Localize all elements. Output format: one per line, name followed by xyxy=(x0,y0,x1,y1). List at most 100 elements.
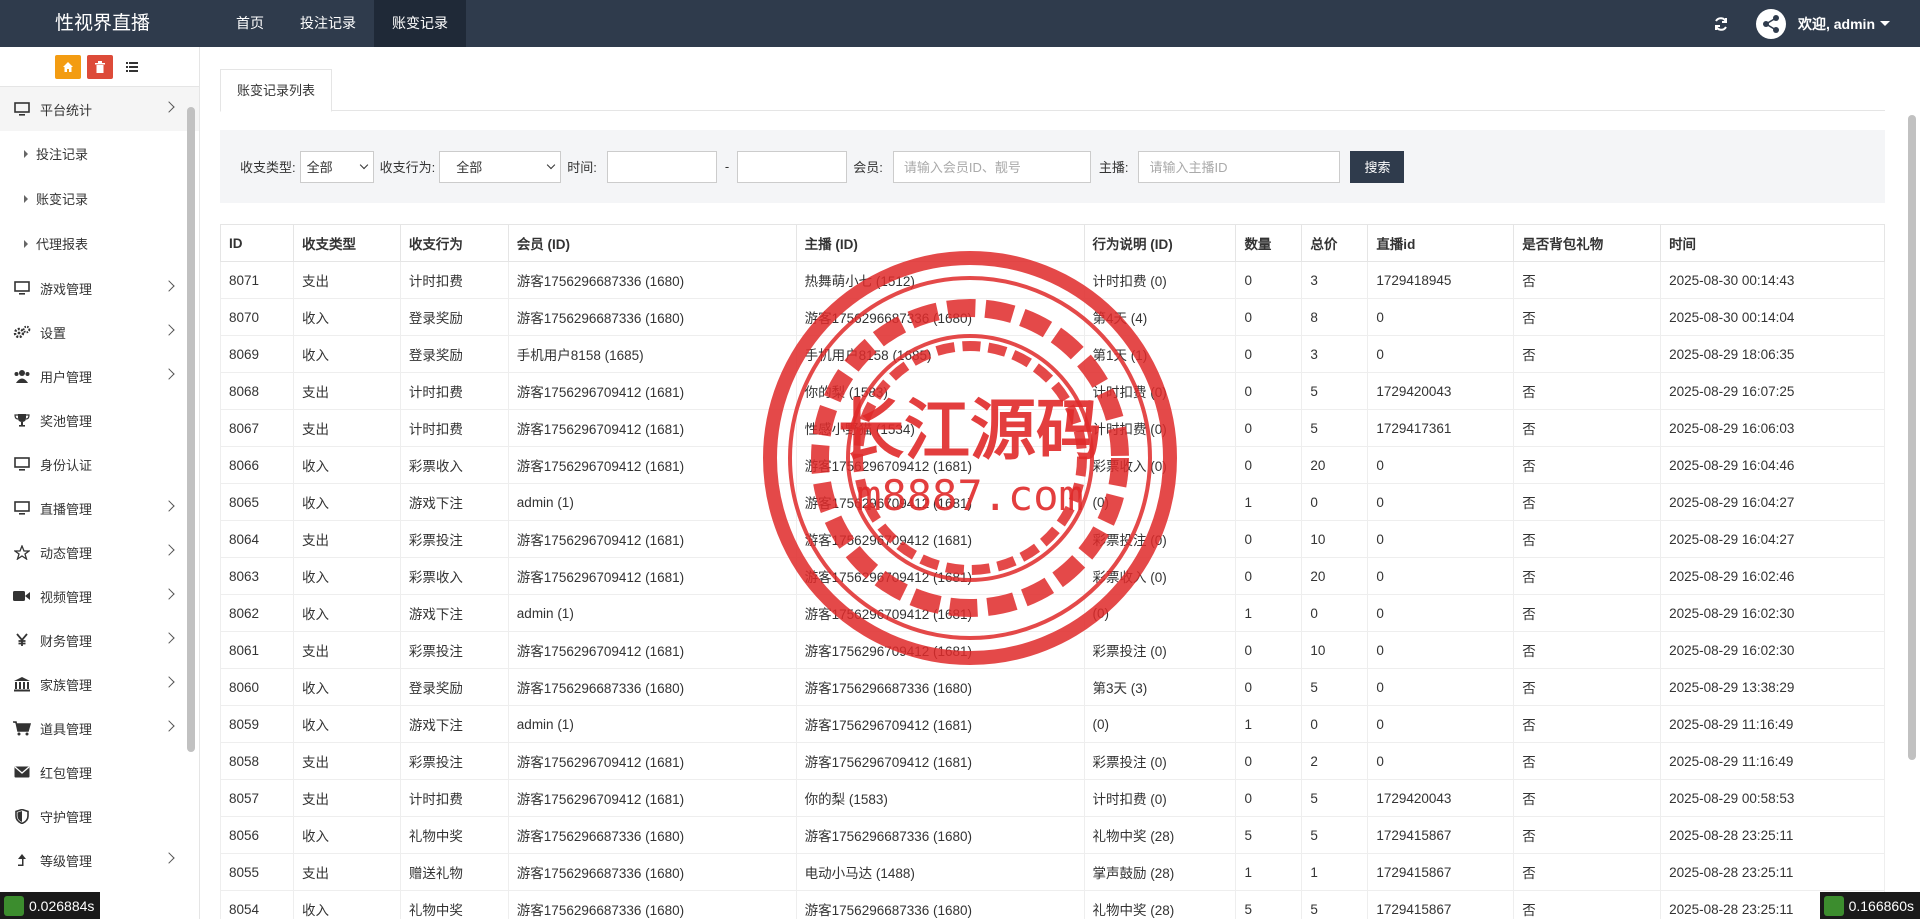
type-select[interactable]: 全部 xyxy=(299,150,374,183)
sidebar-item-finance-management[interactable]: 财务管理 xyxy=(0,618,199,662)
table-cell: 游客1756296709412 (1681) xyxy=(507,520,797,558)
sidebar-item-live-management[interactable]: 直播管理 xyxy=(0,486,199,530)
table-cell: 0 xyxy=(1367,446,1515,484)
main-scrollbar[interactable] xyxy=(1908,115,1916,760)
table-row: 8060 收入 登录奖励 游客1756296687336 (1680) 游客175629… xyxy=(220,668,1885,706)
sidebar-item-settings[interactable]: 设置 xyxy=(0,310,199,354)
sidebar-item-label: 平台统计 xyxy=(40,102,93,118)
column-header: ID xyxy=(220,224,294,262)
table-cell: 礼物中奖 (28) xyxy=(1083,816,1237,854)
sidebar-item-props-management[interactable]: 道具管理 xyxy=(0,706,199,750)
table-cell: 0 xyxy=(1301,705,1369,743)
table-cell: 1 xyxy=(1235,853,1303,891)
search-button[interactable]: 搜索 xyxy=(1350,150,1405,183)
table-row: 8065 收入 游戏下注 admin (1) 游客1756296709412 (1681… xyxy=(220,483,1885,521)
table-cell: 计时扣费 (0) xyxy=(1083,261,1237,299)
table-cell: 3 xyxy=(1301,335,1369,373)
table-row: 8071 支出 计时扣费 游客1756296687336 (1680) 热舞萌小七 (1… xyxy=(220,261,1885,299)
type-filter-label: 收支类型: xyxy=(240,160,296,175)
sidebar-item-video-management[interactable]: 视频管理 xyxy=(0,574,199,618)
user-menu[interactable]: 欢迎, admin xyxy=(1798,14,1890,34)
home-shortcut-button[interactable] xyxy=(54,54,81,79)
refresh-icon[interactable] xyxy=(1710,13,1732,35)
table-cell: 8054 xyxy=(220,890,294,919)
table-cell: 否 xyxy=(1513,372,1662,410)
table-cell: 游客1756296709412 (1681) xyxy=(507,779,797,817)
sidebar-item-platform-stats[interactable]: 平台统计 xyxy=(0,87,199,131)
table-cell: 8068 xyxy=(220,372,294,410)
anchor-search-input[interactable]: 请输入主播ID xyxy=(1138,150,1341,183)
table-cell: 彩票投注 (0) xyxy=(1083,742,1237,780)
column-header: 行为说明 (ID) xyxy=(1083,224,1237,262)
sidebar-item-level-management[interactable]: 等级管理 xyxy=(0,838,199,882)
sidebar-scrollbar[interactable] xyxy=(187,107,195,752)
chevron-right-icon xyxy=(163,852,175,864)
table-cell: 2025-08-29 16:02:46 xyxy=(1660,557,1885,595)
clear-cache-button[interactable] xyxy=(86,54,113,79)
table-cell: 游客1756296687336 (1680) xyxy=(507,298,797,336)
table-cell: 支出 xyxy=(292,779,401,817)
sidebar-item-identity-verification[interactable]: 身份认证 xyxy=(0,442,199,486)
table-cell: 1 xyxy=(1301,853,1369,891)
account-change-table: ID 收支类型 收支行为 会员 (ID) 主播 (ID) 行为说明 (ID) 数… xyxy=(220,224,1885,919)
table-cell: 5 xyxy=(1235,816,1303,854)
page-tab-strip: 账变记录列表 xyxy=(220,69,1885,112)
table-cell: admin (1) xyxy=(507,483,797,521)
sidebar-subitem-bet-records[interactable]: 投注记录 xyxy=(0,131,199,176)
table-cell: 支出 xyxy=(292,742,401,780)
sidebar-item-user-management[interactable]: 用户管理 xyxy=(0,354,199,398)
table-cell: 彩票投注 xyxy=(399,520,509,558)
action-select[interactable]: 全部 xyxy=(439,150,562,183)
list-toggle-button[interactable] xyxy=(119,55,145,79)
table-cell: 支出 xyxy=(292,631,401,669)
table-cell: 8071 xyxy=(220,261,294,299)
sidebar-item-red-packet-management[interactable]: 红包管理 xyxy=(0,750,199,794)
nav-tab-bet-records[interactable]: 投注记录 xyxy=(282,0,374,47)
sidebar-item-jackpot-management[interactable]: 奖池管理 xyxy=(0,398,199,442)
start-time-input[interactable] xyxy=(606,150,717,183)
sidebar-item-guard-management[interactable]: 守护管理 xyxy=(0,794,199,838)
table-cell: 支出 xyxy=(292,520,401,558)
tab-account-change-list[interactable]: 账变记录列表 xyxy=(220,69,333,112)
nav-right: 欢迎, admin xyxy=(1710,0,1890,47)
nav-tab-account-changes[interactable]: 账变记录 xyxy=(374,0,466,47)
table-cell: 支出 xyxy=(292,261,401,299)
sidebar-item-game-management[interactable]: 游戏管理 xyxy=(0,266,199,310)
sidebar-item-feed-management[interactable]: 动态管理 xyxy=(0,530,199,574)
table-row: 8055 支出 赠送礼物 游客1756296687336 (1680) 电动小马达 (1… xyxy=(220,853,1885,891)
shield-icon xyxy=(12,808,32,824)
end-time-input[interactable] xyxy=(737,150,848,183)
table-cell: 计时扣费 xyxy=(399,372,509,410)
table-cell: 收入 xyxy=(292,446,401,484)
sidebar-subitem-account-changes[interactable]: 账变记录 xyxy=(0,176,199,221)
table-cell: 计时扣费 (0) xyxy=(1083,409,1237,447)
table-cell: 5 xyxy=(1301,890,1369,919)
table-cell: 0 xyxy=(1235,298,1303,336)
sidebar-subitem-agent-report[interactable]: 代理报表 xyxy=(0,221,199,266)
action-select-value: 全部 xyxy=(456,160,483,175)
home-icon xyxy=(62,61,73,72)
table-cell: 游客1756296687336 (1680) xyxy=(507,668,797,706)
table-cell: 0 xyxy=(1367,742,1515,780)
table-cell: 8064 xyxy=(220,520,294,558)
table-row: 8064 支出 彩票投注 游客1756296709412 (1681) 游客175629… xyxy=(220,520,1885,558)
table-cell: 收入 xyxy=(292,816,401,854)
brand-title[interactable]: 性视界直播 xyxy=(55,0,150,47)
trophy-icon xyxy=(12,413,32,427)
table-cell: 0 xyxy=(1367,557,1515,595)
table-cell: 彩票投注 xyxy=(399,742,509,780)
member-search-input[interactable]: 请输入会员ID、靓号 xyxy=(892,150,1091,183)
table-cell: 登录奖励 xyxy=(399,298,509,336)
table-cell: 5 xyxy=(1301,372,1369,410)
sidebar-item-family-management[interactable]: 家族管理 xyxy=(0,662,199,706)
list-icon xyxy=(125,61,138,72)
table-cell: 20 xyxy=(1301,446,1369,484)
table-cell: 2025-08-29 13:38:29 xyxy=(1660,668,1885,706)
table-cell: 游客1756296709412 (1681) xyxy=(507,446,797,484)
member-filter-label: 会员: xyxy=(853,160,883,175)
table-cell: 0 xyxy=(1235,742,1303,780)
nav-tab-home[interactable]: 首页 xyxy=(218,0,282,47)
avatar[interactable] xyxy=(1755,8,1786,39)
table-cell: 游客1756296709412 (1681) xyxy=(507,742,797,780)
monitor-icon xyxy=(12,102,32,116)
